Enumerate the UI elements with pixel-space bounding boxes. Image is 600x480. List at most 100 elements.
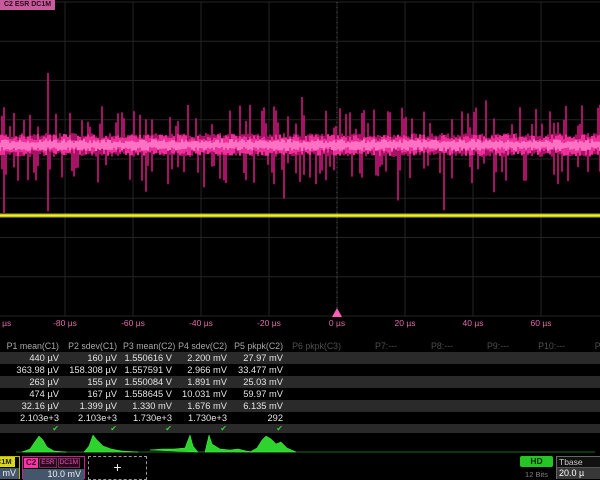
measurement-header[interactable]: P10:--- <box>515 340 571 352</box>
measurement-histicons <box>0 431 600 456</box>
table-row: P1 mean(C1)P2 sdev(C1)P3 mean(C2)P4 sdev… <box>0 340 600 352</box>
timebase-descriptor[interactable]: Tbase 20.0 µ <box>556 456 600 479</box>
measurement-value <box>459 388 515 400</box>
hd-badge: HD <box>520 456 553 467</box>
plus-icon: + <box>113 459 121 475</box>
measurement-value: 363.98 µV <box>0 364 65 376</box>
bottom-bar: DC1M 0 mV C2 ESR DC1M 10.0 mV + HD 12 Bi… <box>0 456 600 480</box>
measurement-value <box>571 352 600 364</box>
channel-descriptor-c2[interactable]: C2 ESR DC1M 10.0 mV <box>22 456 85 479</box>
time-axis-label: -40 µs <box>189 318 213 328</box>
measurement-header[interactable]: P5 pkpk(C2) <box>233 340 289 352</box>
measurement-value: 10.031 mV <box>178 388 233 400</box>
measurement-value <box>403 352 459 364</box>
measurement-value <box>403 376 459 388</box>
measurement-value: 27.97 mV <box>233 352 289 364</box>
measurement-value: 474 µV <box>0 388 65 400</box>
add-trace-button[interactable]: + <box>88 456 147 480</box>
measurement-value: 1.557591 V <box>123 364 178 376</box>
table-row: 2.103e+32.103e+31.730e+31.730e+3292 <box>0 412 600 424</box>
measurement-value <box>515 352 571 364</box>
measurement-value <box>515 376 571 388</box>
measurement-value: 167 µV <box>65 388 123 400</box>
measurement-header[interactable]: P2 sdev(C1) <box>65 340 123 352</box>
measurement-value: 1.891 mV <box>178 376 233 388</box>
measurement-header[interactable]: P1 mean(C1) <box>0 340 65 352</box>
measurement-value <box>459 376 515 388</box>
measurement-value <box>571 364 600 376</box>
measurement-header[interactable]: P6 pkpk(C3) <box>289 340 347 352</box>
tbase-label: Tbase <box>557 457 600 468</box>
waveform-grid: C2 ESR DC1M -100 µs-80 µs-60 µs-40 µs-20… <box>0 0 600 336</box>
measurement-value: 2.200 mV <box>178 352 233 364</box>
c2-descriptor-top: C2 ESR DC1M <box>23 457 84 468</box>
measurement-value: 158.308 µV <box>65 364 123 376</box>
measurement-value: 59.97 mV <box>233 388 289 400</box>
measurement-value <box>347 400 403 412</box>
measurement-value <box>515 388 571 400</box>
measurement-value <box>571 376 600 388</box>
measurement-value: 2.103e+3 <box>0 412 65 424</box>
measurement-value: 25.03 mV <box>233 376 289 388</box>
measurement-value <box>515 364 571 376</box>
measurement-value: 155 µV <box>65 376 123 388</box>
measurement-value <box>289 388 347 400</box>
measurement-value <box>515 400 571 412</box>
measurement-value: 1.676 mV <box>178 400 233 412</box>
c2-channel-badge: C2 <box>24 458 38 468</box>
measurement-value <box>289 376 347 388</box>
grid-trace-label[interactable]: C2 ESR DC1M <box>0 0 55 10</box>
time-axis-label: 40 µs <box>463 318 484 328</box>
measurement-header[interactable]: P9:--- <box>459 340 515 352</box>
measurement-value <box>571 400 600 412</box>
time-axis-label: -100 µs <box>0 318 11 328</box>
measurement-value <box>347 352 403 364</box>
table-row: 363.98 µV158.308 µV1.557591 V2.966 mV33.… <box>0 364 600 376</box>
table-row: 474 µV167 µV1.558645 V10.031 mV59.97 mV <box>0 388 600 400</box>
table-row: 32.16 µV1.399 µV1.330 mV1.676 mV6.135 mV <box>0 400 600 412</box>
measurement-value <box>347 364 403 376</box>
measurement-value: 1.730e+3 <box>178 412 233 424</box>
measurement-value: 2.966 mV <box>178 364 233 376</box>
measurement-header[interactable]: P4 sdev(C2) <box>178 340 233 352</box>
channel-descriptor-c1[interactable]: DC1M 0 mV <box>0 456 20 479</box>
c2-esr-badge: ESR <box>39 458 56 468</box>
time-axis-label: 0 µs <box>329 318 345 328</box>
measurement-value: 1.550084 V <box>123 376 178 388</box>
measurement-header[interactable]: P3 mean(C2) <box>123 340 178 352</box>
measurement-table: P1 mean(C1)P2 sdev(C1)P3 mean(C2)P4 sdev… <box>0 340 600 433</box>
measurement-value: 1.399 µV <box>65 400 123 412</box>
tbase-value: 20.0 µ <box>557 468 600 479</box>
time-axis-label: -20 µs <box>257 318 281 328</box>
measurement-value: 6.135 mV <box>233 400 289 412</box>
measurement-value <box>515 412 571 424</box>
measurement-value <box>347 412 403 424</box>
time-axis-label: 60 µs <box>531 318 552 328</box>
time-axis-label: 20 µs <box>395 318 416 328</box>
measurement-value: 1.558645 V <box>123 388 178 400</box>
measurement-value <box>403 400 459 412</box>
measurement-value <box>403 412 459 424</box>
measurement-value: 440 µV <box>0 352 65 364</box>
measurement-value: 32.16 µV <box>0 400 65 412</box>
measurement-value <box>459 364 515 376</box>
measurement-value <box>459 412 515 424</box>
histicon <box>150 435 198 452</box>
c1-vdiv-value: 0 mV <box>0 468 19 479</box>
hd-mode-indicator[interactable]: HD 12 Bits <box>520 456 556 479</box>
measurement-header[interactable]: P7:--- <box>347 340 403 352</box>
measurement-value <box>459 400 515 412</box>
measurement-header[interactable]: P8:--- <box>403 340 459 352</box>
measurement-value: 1.730e+3 <box>123 412 178 424</box>
waveform-plot <box>0 0 600 336</box>
measurement-value: 33.477 mV <box>233 364 289 376</box>
measurement-value: 292 <box>233 412 289 424</box>
table-row: 440 µV160 µV1.550616 V2.200 mV27.97 mV <box>0 352 600 364</box>
c1-coupling-badge: DC1M <box>0 457 15 467</box>
measurement-value <box>347 376 403 388</box>
measurement-value: 263 µV <box>0 376 65 388</box>
time-axis: -100 µs-80 µs-60 µs-40 µs-20 µs0 µs20 µs… <box>0 318 600 330</box>
measurement-header[interactable]: P11:--- <box>571 340 600 352</box>
measurement-value <box>571 412 600 424</box>
measurement-value <box>289 400 347 412</box>
